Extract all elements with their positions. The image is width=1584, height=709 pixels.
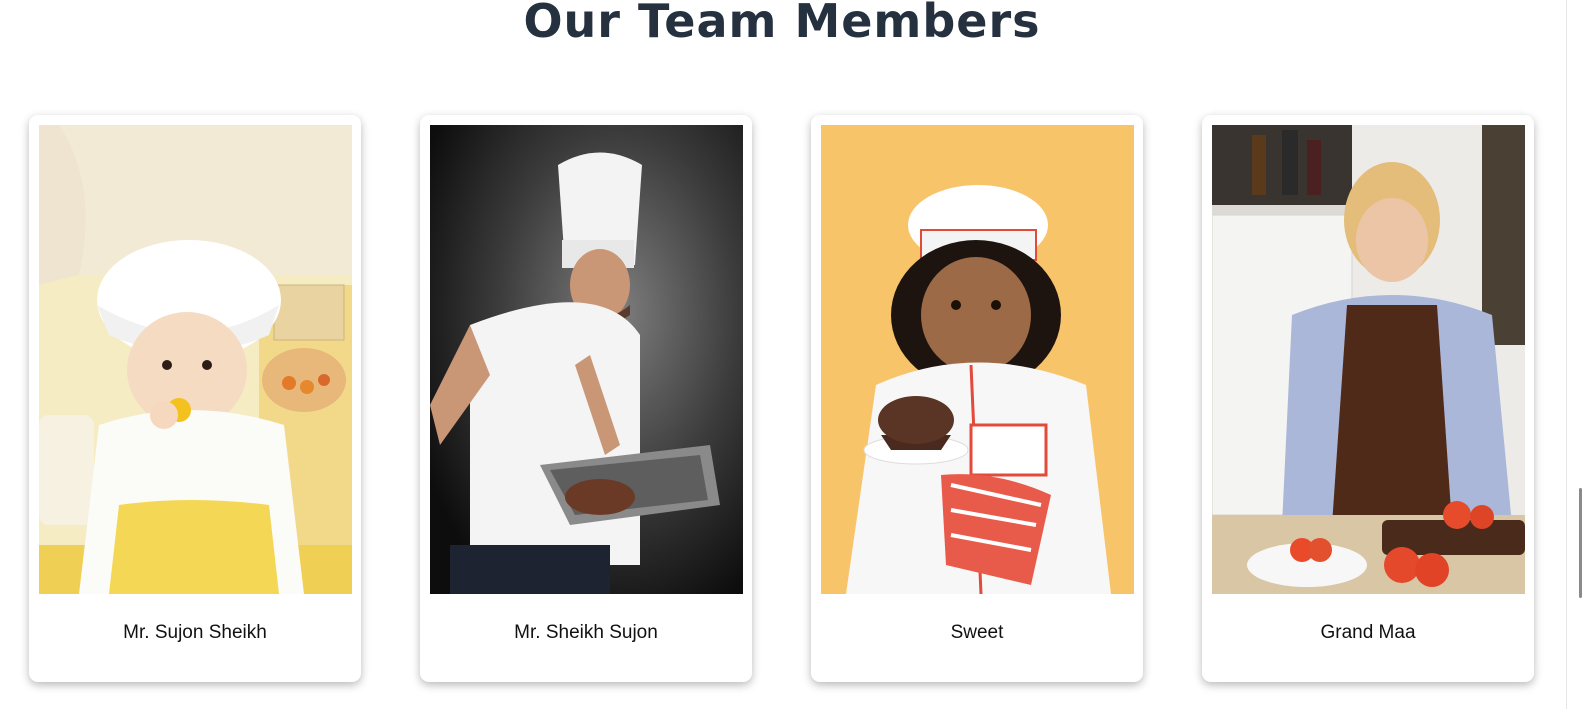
scrollbar-track <box>1566 0 1567 709</box>
scrollbar-thumb[interactable] <box>1579 488 1582 598</box>
team-member-card: Mr. Sheikh Sujon <box>420 115 752 682</box>
team-section: Our Team Members Mr. Sujon Sheikh Mr. Sh… <box>0 0 1584 709</box>
team-member-name: Mr. Sheikh Sujon <box>514 622 658 643</box>
team-member-photo <box>430 125 743 594</box>
team-member-photo <box>821 125 1134 594</box>
team-member-name: Sweet <box>950 622 1004 643</box>
team-member-card: Sweet <box>811 115 1143 682</box>
team-member-name: Grand Maa <box>1320 622 1416 643</box>
team-member-card: Mr. Sujon Sheikh <box>29 115 361 682</box>
team-member-photo <box>39 125 352 594</box>
team-member-card: Grand Maa <box>1202 115 1534 682</box>
section-title: Our Team Members <box>523 0 1041 48</box>
team-member-photo <box>1212 125 1525 594</box>
vertical-scrollbar[interactable] <box>1564 0 1584 709</box>
team-member-name: Mr. Sujon Sheikh <box>123 622 267 643</box>
